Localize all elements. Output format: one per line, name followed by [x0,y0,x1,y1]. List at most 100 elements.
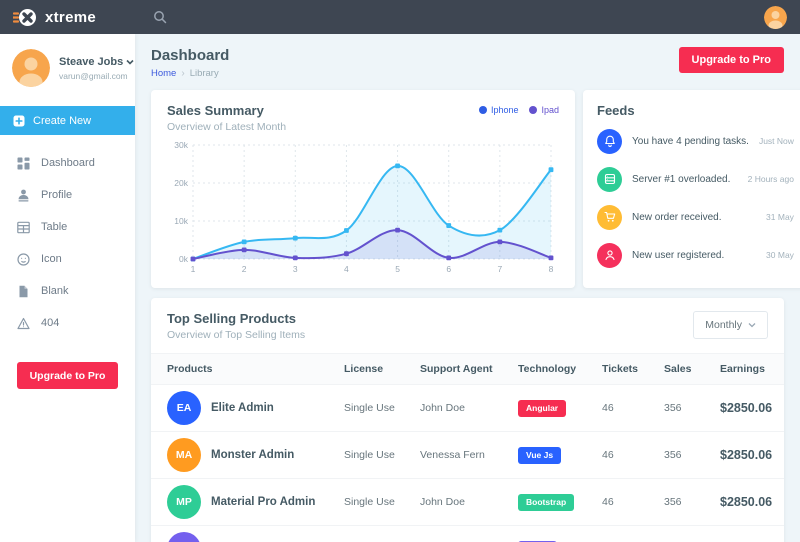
products-title: Top Selling Products [167,311,305,326]
monthly-filter-label: Monthly [705,319,742,331]
svg-text:20k: 20k [174,178,188,188]
svg-text:10k: 10k [174,216,188,226]
technology-badge: Bootstrap [518,494,574,511]
product-avatar: EA [167,391,201,425]
table-row: MA Monster Admin Single UseVenessa Fern Vue… [151,432,784,479]
table-row: EAElite AdminSingle UseJohn DoeAngular46… [151,385,784,432]
cart-icon [597,205,622,230]
col-tech: Technology [510,354,594,385]
earnings-cell: $2850.06 [712,385,784,432]
tickets-cell: 46 [594,432,656,479]
create-new-button[interactable]: Create New [0,106,135,135]
earnings-cell: $2850.06 [712,479,784,526]
license-cell: Single Use [336,432,412,479]
brand-link[interactable]: xtreme [0,7,135,28]
sidebar-item-table[interactable]: Table [0,211,135,243]
page-title: Dashboard [151,47,229,64]
table-row: MPMaterial Pro AdminSingle UseJohn DoeBo… [151,479,784,526]
feed-time: 30 May [766,250,794,260]
earnings-cell: $2850.06 [712,526,784,542]
sidebar-upgrade-button[interactable]: Upgrade to Pro [17,362,118,389]
svg-text:4: 4 [344,264,349,274]
svg-text:30k: 30k [174,140,188,150]
feed-list: You have 4 pending tasks. Just Now Serve… [597,122,794,274]
create-new-label: Create New [33,115,91,127]
product-avatar: AA [167,532,201,542]
sidebar-item-404[interactable]: 404 [0,307,135,339]
breadcrumb-home-link[interactable]: Home [151,68,176,79]
sales-cell: 356 [656,432,712,479]
sidebar-item-label: Blank [41,285,69,297]
legend-dot [479,106,487,114]
sales-summary-card: Sales Summary Overview of Latest Month I… [151,90,575,288]
technology-badge: Angular [518,400,566,417]
feeds-title: Feeds [597,103,794,118]
header-upgrade-button[interactable]: Upgrade to Pro [679,47,784,73]
sales-subtitle: Overview of Latest Month [167,121,286,133]
technology-badge: Vue Js [518,447,561,464]
legend-item-ipad[interactable]: Ipad [529,105,559,115]
legend-item-iphone[interactable]: Iphone [479,105,519,115]
user-menu-toggle[interactable]: Steave Jobs [59,56,134,68]
xtreme-logo-icon [13,7,37,28]
search-icon[interactable] [153,10,167,24]
products-table: Products License Support Agent Technolog… [151,353,784,542]
svg-text:6: 6 [446,264,451,274]
navbar-avatar[interactable] [764,6,787,29]
svg-text:7: 7 [497,264,502,274]
breadcrumb-current: Library [190,68,219,79]
sidebar-item-profile[interactable]: Profile [0,179,135,211]
agent-cell: John Doe [412,526,510,542]
sidebar-item-dashboard[interactable]: Dashboard [0,147,135,179]
agent-cell: Venessa Fern [412,432,510,479]
bell-icon [597,129,622,154]
product-name: Elite Admin [211,402,274,414]
profile-icon [17,189,30,202]
feed-item: New user registered. 30 May [597,236,794,274]
brand-name: xtreme [45,9,96,26]
chevron-down-icon [126,59,134,65]
product-name: Material Pro Admin [211,496,315,508]
feed-text: New order received. [632,212,721,223]
legend-label: Iphone [491,105,519,115]
sidebar-item-blank[interactable]: Blank [0,275,135,307]
svg-text:1: 1 [191,264,196,274]
tickets-cell: 46 [594,479,656,526]
products-table-body: EAElite AdminSingle UseJohn DoeAngular46… [151,385,784,542]
svg-text:2: 2 [242,264,247,274]
products-subtitle: Overview of Top Selling Items [167,329,305,341]
feed-time: 2 Hours ago [748,174,794,184]
sales-title: Sales Summary [167,103,286,118]
tickets-cell: 46 [594,526,656,542]
svg-text:8: 8 [549,264,554,274]
product-avatar: MP [167,485,201,519]
col-earnings: Earnings [712,354,784,385]
product-avatar: MA [167,438,201,472]
license-cell: Single Use [336,526,412,542]
product-name: Monster Admin [211,449,294,461]
agent-cell: John Doe [412,479,510,526]
sales-cell: 356 [656,385,712,432]
sales-cell: 356 [656,526,712,542]
feed-item: You have 4 pending tasks. Just Now [597,122,794,160]
feed-item: Server #1 overloaded. 2 Hours ago [597,160,794,198]
sidebar-item-label: Table [41,221,67,233]
user-email: varun@gmail.com [59,71,134,81]
user-avatar[interactable] [12,49,50,87]
col-license: License [336,354,412,385]
monthly-filter-dropdown[interactable]: Monthly [693,311,768,339]
feed-text: Server #1 overloaded. [632,174,730,185]
agent-cell: John Doe [412,385,510,432]
sidebar-item-icon[interactable]: Icon [0,243,135,275]
file-icon [17,285,30,298]
breadcrumb: Home › Library [151,68,229,79]
sales-chart: 0k10k20k30k12345678 [167,137,559,284]
earnings-cell: $2850.06 [712,432,784,479]
page-header: Dashboard Home › Library Upgrade to Pro [135,34,800,90]
table-header-row: Products License Support Agent Technolog… [151,354,784,385]
col-sales: Sales [656,354,712,385]
feed-time: Just Now [759,136,794,146]
col-products: Products [151,354,336,385]
chevron-down-icon [748,322,756,328]
svg-text:0k: 0k [179,254,189,264]
